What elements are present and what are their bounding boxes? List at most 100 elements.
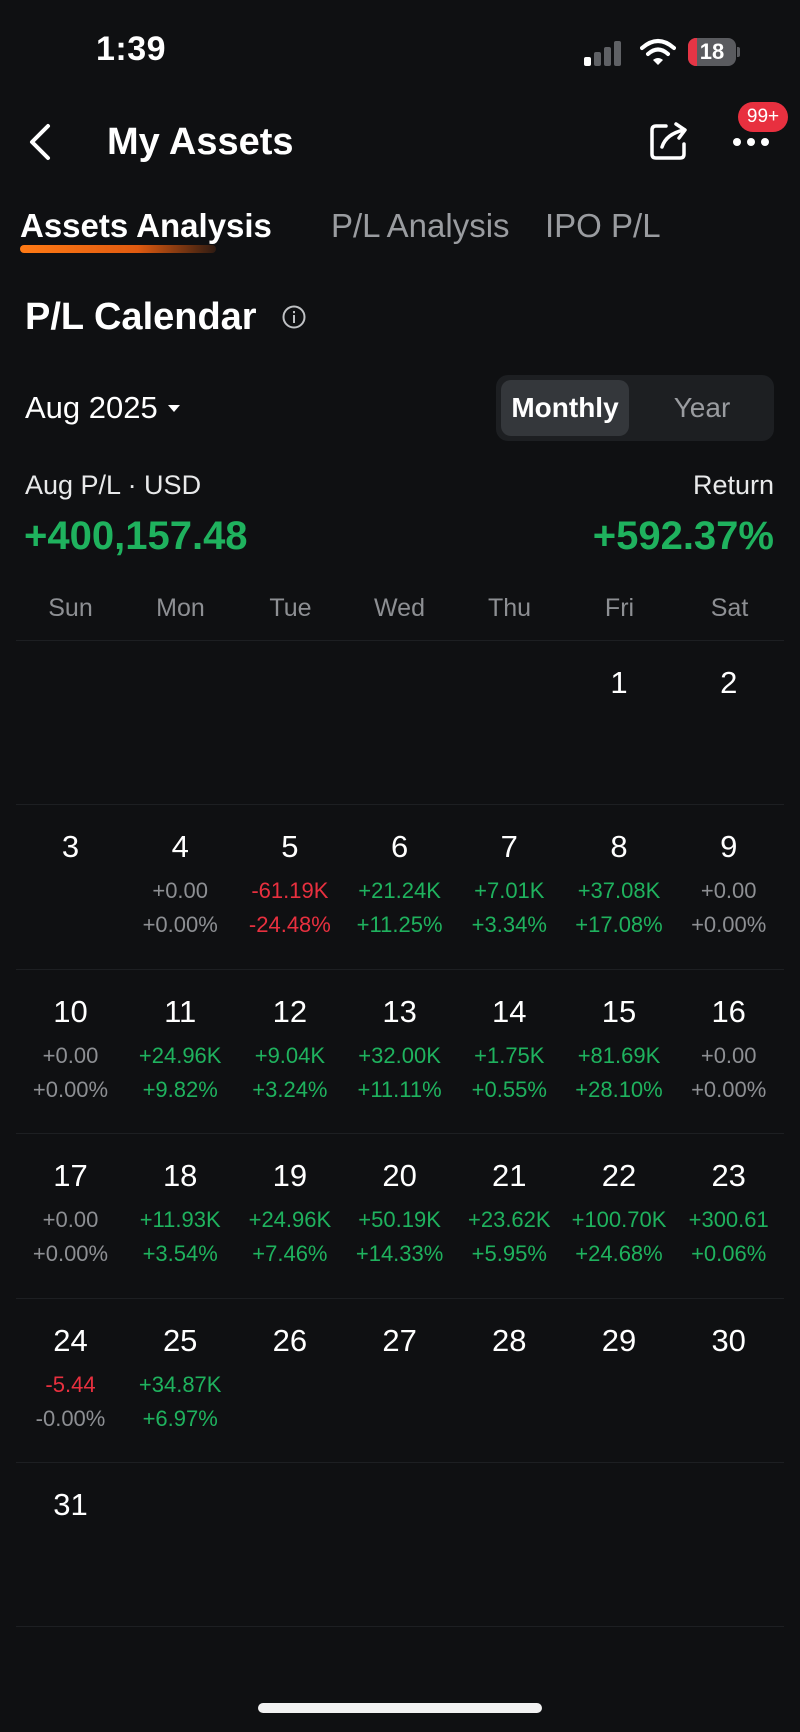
- day-number: 6: [390, 829, 409, 865]
- day-number: 22: [601, 1158, 637, 1194]
- day-number: 20: [382, 1158, 417, 1194]
- weekday-header: Sun Mon Tue Wed Thu Fri Sat: [16, 588, 784, 628]
- calendar-day-cell[interactable]: 31: [16, 1462, 125, 1626]
- calendar-day-cell[interactable]: 19 +24.96K +7.46%: [235, 1133, 344, 1297]
- day-pl-percent: +6.97%: [142, 1405, 218, 1431]
- calendar-day-cell[interactable]: 17 +0.00 +0.00%: [16, 1133, 125, 1297]
- calendar-day-cell[interactable]: 3: [16, 804, 125, 968]
- status-time: 1:39: [96, 30, 167, 68]
- calendar-day-cell[interactable]: 23 +300.61 +0.06%: [674, 1133, 783, 1297]
- weekday-tue: Tue: [269, 594, 312, 622]
- day-pl-percent: +3.34%: [471, 912, 547, 938]
- day-number: 24: [53, 1322, 88, 1358]
- day-number: 18: [162, 1158, 198, 1194]
- tab-pl-analysis[interactable]: P/L Analysis: [331, 206, 510, 246]
- calendar-day-cell[interactable]: 29: [565, 1298, 674, 1462]
- calendar-day-cell[interactable]: 1: [565, 640, 674, 804]
- day-number: 1: [610, 665, 628, 700]
- day-pl-amount: -61.19K: [251, 878, 329, 904]
- calendar-day-cell[interactable]: 8 +37.08K +17.08%: [565, 804, 674, 968]
- month-picker[interactable]: Aug 2025: [25, 386, 180, 430]
- tab-bar: Assets Analysis P/L Analysis IPO P/L: [0, 196, 800, 256]
- calendar-day-cell[interactable]: 14 +1.75K +0.55%: [455, 969, 564, 1133]
- weekday-sat: Sat: [710, 594, 749, 622]
- section-header: P/L Calendar: [25, 292, 306, 342]
- tab-assets-analysis[interactable]: Assets Analysis: [20, 206, 272, 246]
- day-pl-amount: +81.69K: [577, 1042, 661, 1068]
- calendar-day-cell[interactable]: 22 +100.70K +24.68%: [565, 1133, 674, 1297]
- weekday-thu: Thu: [487, 594, 532, 622]
- day-pl-amount: +21.24K: [358, 878, 441, 904]
- calendar-day-cell[interactable]: 24 -5.44 -0.00%: [16, 1298, 125, 1462]
- tab-ipo-pl[interactable]: IPO P/L: [545, 206, 661, 246]
- day-pl-amount: +300.61: [688, 1207, 769, 1233]
- day-pl-percent: +0.00%: [691, 1076, 767, 1102]
- day-number: 10: [53, 993, 88, 1029]
- day-pl-percent: +5.95%: [471, 1241, 547, 1267]
- status-bar: 1:39 18: [0, 0, 800, 100]
- day-pl-amount: +0.00: [700, 878, 757, 904]
- calendar-day-cell[interactable]: 4 +0.00 +0.00%: [126, 804, 235, 968]
- day-pl-amount: +0.00: [42, 1207, 99, 1233]
- day-number: 31: [53, 1487, 88, 1522]
- calendar-day-cell[interactable]: 11 +24.96K +9.82%: [126, 969, 235, 1133]
- calendar-day-cell[interactable]: 5 -61.19K -24.48%: [235, 804, 344, 968]
- year-button[interactable]: Year: [636, 380, 768, 436]
- day-number: 15: [601, 993, 637, 1029]
- day-pl-amount: +0.00: [700, 1042, 757, 1068]
- calendar-day-cell[interactable]: 6 +21.24K +11.25%: [345, 804, 454, 968]
- calendar-day-cell[interactable]: 18 +11.93K +3.54%: [126, 1133, 235, 1297]
- day-number: 11: [164, 993, 197, 1029]
- back-arrow-icon[interactable]: [20, 118, 60, 166]
- calendar-day-cell[interactable]: 20 +50.19K +14.33%: [345, 1133, 454, 1297]
- calendar-day-cell[interactable]: 9 +0.00 +0.00%: [674, 804, 783, 968]
- day-pl-amount: +24.96K: [248, 1207, 332, 1233]
- day-pl-percent: +0.55%: [471, 1076, 547, 1102]
- day-number: 13: [382, 993, 417, 1029]
- week-divider: [16, 1626, 784, 1628]
- day-number: 4: [171, 829, 189, 865]
- calendar-day-cell[interactable]: 10 +0.00 +0.00%: [16, 969, 125, 1133]
- day-pl-amount: +11.93K: [139, 1207, 221, 1233]
- day-pl-amount: +23.62K: [468, 1207, 551, 1233]
- calendar-day-cell[interactable]: 28: [455, 1298, 564, 1462]
- calendar-day-cell[interactable]: 15 +81.69K +28.10%: [565, 969, 674, 1133]
- day-pl-amount: +9.04K: [254, 1042, 326, 1068]
- nav-bar: My Assets: [0, 100, 800, 184]
- weekday-sun: Sun: [48, 594, 93, 622]
- calendar-day-cell[interactable]: 21 +23.62K +5.95%: [455, 1133, 564, 1297]
- pl-calendar-grid: 1 2 3 4 +0.00 +0.00% 5 -61.19K -24.48% 6 +21.24K +1…: [16, 640, 784, 1628]
- day-number: 17: [53, 1158, 88, 1194]
- day-number: 19: [272, 1158, 308, 1194]
- share-icon[interactable]: [648, 120, 690, 162]
- calendar-day-cell[interactable]: 26: [235, 1298, 344, 1462]
- calendar-day-cell[interactable]: 30: [674, 1298, 783, 1462]
- calendar-day-cell[interactable]: 13 +32.00K +11.11%: [345, 969, 454, 1133]
- return-label: Return: [692, 470, 774, 500]
- day-number: 8: [610, 829, 628, 865]
- calendar-day-cell[interactable]: 16 +0.00 +0.00%: [674, 969, 783, 1133]
- day-pl-amount: -5.44: [45, 1371, 96, 1397]
- day-number: 27: [382, 1322, 417, 1358]
- calendar-day-cell[interactable]: 25 +34.87K +6.97%: [126, 1298, 235, 1462]
- info-icon[interactable]: [282, 305, 306, 329]
- day-pl-percent: +17.08%: [575, 912, 663, 938]
- calendar-day-cell[interactable]: 12 +9.04K +3.24%: [235, 969, 344, 1133]
- home-indicator: [258, 1703, 542, 1713]
- notification-badge: 99+: [738, 102, 788, 132]
- day-pl-amount: +7.01K: [474, 878, 545, 904]
- day-pl-amount: +32.00K: [358, 1042, 441, 1068]
- section-title: P/L Calendar: [25, 296, 257, 338]
- day-number: 5: [281, 829, 299, 865]
- calendar-day-cell[interactable]: 27: [345, 1298, 454, 1462]
- day-pl-amount: +0.00: [42, 1042, 99, 1068]
- monthly-button[interactable]: Monthly: [501, 380, 629, 436]
- day-pl-percent: +11.11%: [357, 1076, 442, 1102]
- day-pl-percent: +14.33%: [355, 1241, 444, 1267]
- weekday-fri: Fri: [604, 594, 635, 622]
- calendar-day-cell[interactable]: 2: [674, 640, 783, 804]
- day-number: 26: [272, 1322, 308, 1358]
- day-pl-percent: +28.10%: [575, 1076, 663, 1102]
- day-pl-percent: -0.00%: [35, 1405, 106, 1431]
- calendar-day-cell[interactable]: 7 +7.01K +3.34%: [455, 804, 564, 968]
